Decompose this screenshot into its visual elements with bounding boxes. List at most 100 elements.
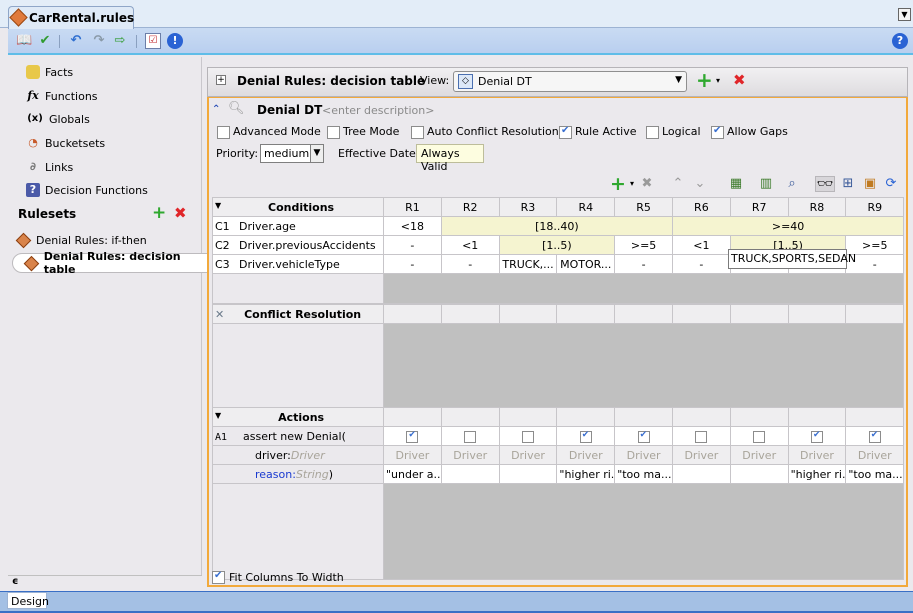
design-tab[interactable]: Design xyxy=(7,592,49,609)
logical-checkbox[interactable] xyxy=(646,126,659,139)
condition-cell[interactable]: - xyxy=(614,254,673,274)
ruleset-item-if-then[interactable]: Denial Rules: if-then xyxy=(15,230,147,250)
condition-cell[interactable]: - xyxy=(440,254,500,274)
priority-select[interactable]: medium ▼ xyxy=(260,144,324,163)
sidebar-item-facts[interactable]: Facts xyxy=(26,63,73,81)
view-select[interactable]: ◇ Denial DT ▼ xyxy=(453,71,687,92)
conditions-header[interactable]: ▼ Conditions xyxy=(212,197,384,217)
driver-value-cell[interactable]: Driver xyxy=(383,445,442,465)
refresh-icon[interactable]: ⟳ xyxy=(883,176,899,192)
description-field[interactable]: <enter description> xyxy=(322,104,434,117)
reason-value-cell[interactable]: "higher ri... xyxy=(787,464,847,484)
action-checkbox[interactable] xyxy=(579,430,592,443)
condition-expression[interactable]: C3 Driver.vehicleType xyxy=(212,254,384,274)
checklist-icon[interactable]: ☑ xyxy=(145,33,161,49)
condition-cell[interactable]: [1..5) xyxy=(498,235,616,255)
collapse-icon[interactable]: ⌃ xyxy=(212,104,220,115)
rule-header[interactable]: R7 xyxy=(729,197,789,217)
collapse-section-icon[interactable]: ▼ xyxy=(215,411,221,420)
action-checkbox[interactable] xyxy=(637,430,650,443)
delete-ruleset-icon[interactable]: ✖ xyxy=(174,205,187,221)
action-checkbox[interactable] xyxy=(464,430,477,443)
condition-cell[interactable]: [18..40) xyxy=(440,216,673,236)
rule-active-checkbox[interactable] xyxy=(559,125,572,139)
rule-header[interactable]: R2 xyxy=(440,197,500,217)
add-dropdown-icon[interactable]: ▾ xyxy=(624,176,640,192)
rule-header[interactable]: R6 xyxy=(671,197,731,217)
driver-value-cell[interactable]: Driver xyxy=(787,445,847,465)
rule-header[interactable]: R1 xyxy=(383,197,442,217)
condition-cell[interactable]: TRUCK,... xyxy=(498,254,558,274)
driver-value-cell[interactable]: Driver xyxy=(671,445,731,465)
delete-icon[interactable]: ✖ xyxy=(639,176,655,192)
condition-cell[interactable]: >=5 xyxy=(614,235,673,255)
reason-value-cell[interactable] xyxy=(729,464,789,484)
redo-icon[interactable]: ↷ xyxy=(91,33,107,49)
effective-date-field[interactable]: Always Valid xyxy=(416,144,484,173)
sidebar-item-decision-functions[interactable]: ? Decision Functions xyxy=(26,181,148,199)
action-expression[interactable]: A1 assert new Denial( xyxy=(212,426,384,446)
add-view-icon[interactable]: + xyxy=(696,70,713,90)
info-icon[interactable]: ! xyxy=(167,33,183,49)
move-up-icon[interactable]: ⌃ xyxy=(670,176,686,192)
collapse-section-icon[interactable]: ▼ xyxy=(215,201,221,210)
reason-value-cell[interactable] xyxy=(440,464,500,484)
show-conflicts-icon[interactable]: 👓︎ xyxy=(815,176,835,192)
reason-value-cell[interactable] xyxy=(671,464,731,484)
allow-gaps-checkbox[interactable] xyxy=(711,125,724,139)
condition-expression[interactable]: C1 Driver.age xyxy=(212,216,384,236)
driver-value-cell[interactable]: Driver xyxy=(845,445,905,465)
sidebar-item-links[interactable]: ∂ Links xyxy=(26,158,73,176)
undo-icon[interactable]: ↶ xyxy=(68,33,84,49)
condition-cell[interactable]: <1 xyxy=(440,235,500,255)
insert-row-icon[interactable]: ▦ xyxy=(728,176,744,192)
condition-expression[interactable]: C2 Driver.previousAccidents xyxy=(212,235,384,255)
add-ruleset-icon[interactable]: + xyxy=(152,205,166,222)
auto-conflict-resolution-checkbox[interactable] xyxy=(411,126,424,139)
driver-value-cell[interactable]: Driver xyxy=(614,445,673,465)
action-checkbox[interactable] xyxy=(810,430,823,443)
validate-icon[interactable]: ✔ xyxy=(37,33,53,49)
reason-value-cell[interactable]: "too ma... xyxy=(845,464,905,484)
sidebar-item-globals[interactable]: (x) Globals xyxy=(26,110,90,128)
compact-table-icon[interactable]: ▣ xyxy=(862,176,878,192)
driver-value-cell[interactable]: Driver xyxy=(440,445,500,465)
tab-list-dropdown-button[interactable]: ▼ xyxy=(898,8,911,21)
actions-header[interactable]: ▼ Actions xyxy=(212,407,384,427)
tree-mode-checkbox[interactable] xyxy=(327,126,340,139)
condition-cell[interactable]: MOTOR... xyxy=(556,254,616,274)
fit-columns-checkbox[interactable] xyxy=(212,570,225,584)
move-down-icon[interactable]: ⌄ xyxy=(692,176,708,192)
sidebar-item-functions[interactable]: fx Functions xyxy=(26,87,97,105)
sidebar-item-bucketsets[interactable]: ◔ Bucketsets xyxy=(26,134,105,152)
condition-cell[interactable]: - xyxy=(383,235,442,255)
condition-cell[interactable]: >=40 xyxy=(671,216,905,236)
action-checkbox[interactable] xyxy=(695,430,708,443)
decision-table-name[interactable]: Denial DT xyxy=(257,103,322,117)
panel-collapse-handle[interactable]: ϵ xyxy=(8,575,202,591)
rule-header[interactable]: R9 xyxy=(845,197,905,217)
driver-value-cell[interactable]: Driver xyxy=(729,445,789,465)
delete-view-icon[interactable]: ✖ xyxy=(733,72,746,88)
reason-value-cell[interactable]: "too ma... xyxy=(614,464,673,484)
condition-cell[interactable]: <18 xyxy=(383,216,442,236)
driver-value-cell[interactable]: Driver xyxy=(498,445,558,465)
action-checkbox[interactable] xyxy=(406,430,419,443)
expand-icon[interactable]: + xyxy=(216,75,226,85)
rule-header[interactable]: R3 xyxy=(498,197,558,217)
ruleset-item-decision-table[interactable]: Denial Rules: decision table xyxy=(12,250,212,276)
insert-column-icon[interactable]: ▥ xyxy=(758,176,774,192)
find-gaps-icon[interactable]: ⌕ xyxy=(784,176,800,192)
import-icon[interactable]: ⇨ xyxy=(112,33,128,49)
reason-value-cell[interactable] xyxy=(498,464,558,484)
rule-header[interactable]: R5 xyxy=(614,197,673,217)
rule-header[interactable]: R4 xyxy=(556,197,616,217)
condition-cell[interactable]: - xyxy=(671,254,731,274)
reason-value-cell[interactable]: "under a... xyxy=(383,464,442,484)
add-view-dropdown-icon[interactable]: ▾ xyxy=(716,76,720,85)
driver-value-cell[interactable]: Driver xyxy=(556,445,616,465)
reason-value-cell[interactable]: "higher ri... xyxy=(556,464,616,484)
condition-cell[interactable]: <1 xyxy=(671,235,731,255)
dictionary-icon[interactable]: 📖 xyxy=(16,33,32,49)
action-checkbox[interactable] xyxy=(868,430,881,443)
